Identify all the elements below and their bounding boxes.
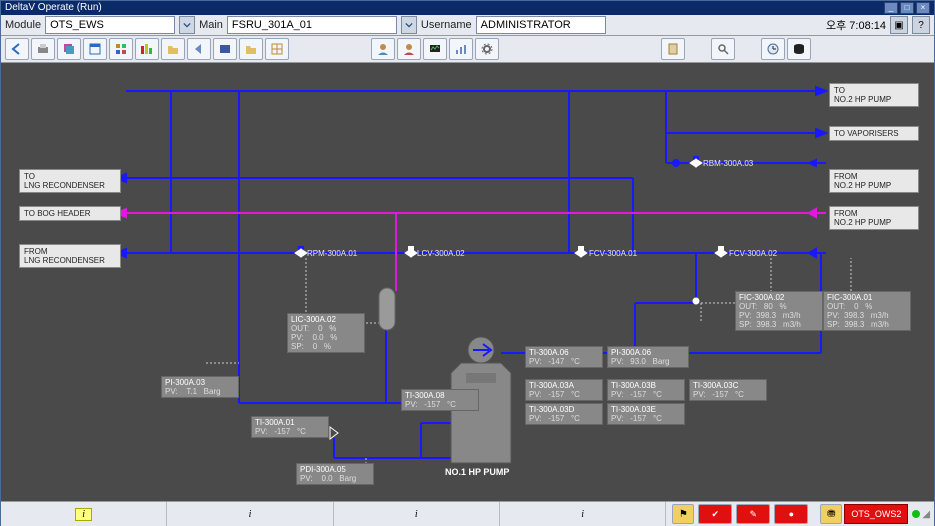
window-title: DeltaV Operate (Run) xyxy=(5,1,102,15)
label-to-vaporisers: TO VAPORISERS xyxy=(829,126,919,141)
tag-ti300a08[interactable]: TI-300A.08 PV: -157 °C xyxy=(401,389,479,411)
minimize-button[interactable]: _ xyxy=(884,2,898,14)
toolbar-icon[interactable]: ▣ xyxy=(890,16,908,34)
ftr-station[interactable]: OTS_OWS2 xyxy=(844,504,908,524)
tb-back-icon[interactable] xyxy=(5,38,29,60)
tb-grid-icon[interactable] xyxy=(109,38,133,60)
tb-clock-icon[interactable] xyxy=(761,38,785,60)
username-field: ADMINISTRATOR xyxy=(476,16,606,34)
titlebar: DeltaV Operate (Run) _ □ × xyxy=(1,1,934,15)
tag-lic300a02[interactable]: LIC-300A.02 OUT: 0 % PV: 0.0 % SP: 0 % xyxy=(287,313,365,353)
piping-diagram xyxy=(1,63,934,501)
info-badge-4[interactable]: i xyxy=(581,509,584,520)
ftr-disk-icon[interactable]: ⛃ xyxy=(820,504,842,524)
maximize-button[interactable]: □ xyxy=(900,2,914,14)
tag-pi300a06[interactable]: PI-300A.06 PV: 93.0 Barg xyxy=(607,346,689,368)
info-badge-3[interactable]: i xyxy=(415,509,418,520)
ftr-alarm-red1[interactable]: ✔ xyxy=(698,504,732,524)
tb-folder-icon[interactable] xyxy=(161,38,185,60)
valve-fcv300a01: FCV-300A.01 xyxy=(589,249,637,258)
tag-ti300a03b[interactable]: TI-300A.03B PV: -157 °C xyxy=(607,379,685,401)
ftr-alarm-red3[interactable]: ● xyxy=(774,504,808,524)
tb-disk-icon[interactable] xyxy=(787,38,811,60)
tag-pi300a03[interactable]: PI-300A.03 PV: T.1 Barg xyxy=(161,376,239,398)
tb-left-icon[interactable] xyxy=(187,38,211,60)
valve-rpm300a01: RPM-300A.01 xyxy=(307,249,357,258)
tb-folder2-icon[interactable] xyxy=(239,38,263,60)
tag-ti300a01[interactable]: TI-300A.01 PV: -157 °C xyxy=(251,416,329,438)
main-dropdown[interactable] xyxy=(401,16,417,34)
tag-fic300a02[interactable]: FIC-300A.02 OUT: 80 % PV: 398.3 m3/h SP:… xyxy=(735,291,823,331)
tag-ti300a06[interactable]: TI-300A.06 PV: -147 °C xyxy=(525,346,603,368)
module-dropdown[interactable] xyxy=(179,16,195,34)
tb-window-icon[interactable] xyxy=(83,38,107,60)
tb-layers-icon[interactable] xyxy=(57,38,81,60)
header-bar: Module OTS_EWS Main FSRU_301A_01 Usernam… xyxy=(1,15,934,36)
tb-user2-icon[interactable] xyxy=(397,38,421,60)
help-icon[interactable]: ? xyxy=(912,16,930,34)
clock: 오후 7:08:14 xyxy=(826,17,886,33)
tb-table-icon[interactable] xyxy=(265,38,289,60)
equipment-label: NO.1 HP PUMP xyxy=(445,467,509,477)
module-label: Module xyxy=(5,19,41,31)
tb-rainbow-icon[interactable] xyxy=(135,38,159,60)
module-field[interactable]: OTS_EWS xyxy=(45,16,175,34)
ftr-alarm-icon[interactable]: ⚑ xyxy=(672,504,694,524)
username-label: Username xyxy=(421,19,472,31)
toolbar xyxy=(1,36,934,63)
process-canvas: TOLNG RECONDENSER TO BOG HEADER FROMLNG … xyxy=(1,63,934,501)
tb-screen-icon[interactable] xyxy=(213,38,237,60)
tag-ti300a03e[interactable]: TI-300A.03E PV: -157 °C xyxy=(607,403,685,425)
valve-fcv300a02: FCV-300A.02 xyxy=(729,249,777,258)
tb-monitor-icon[interactable] xyxy=(423,38,447,60)
tb-book-icon[interactable] xyxy=(661,38,685,60)
tag-ti300a03c[interactable]: TI-300A.03C PV: -157 °C xyxy=(689,379,767,401)
tag-ti300a03a[interactable]: TI-300A.03A PV: -157 °C xyxy=(525,379,603,401)
label-from-hp2-a: FROMNO.2 HP PUMP xyxy=(829,169,919,193)
tb-search-icon[interactable] xyxy=(711,38,735,60)
tag-pdi300a05[interactable]: PDI-300A.05 PV: 0.0 Barg xyxy=(296,463,374,485)
close-button[interactable]: × xyxy=(916,2,930,14)
tag-ti300a03d[interactable]: TI-300A.03D PV: -157 °C xyxy=(525,403,603,425)
ftr-alarm-red2[interactable]: ✎ xyxy=(736,504,770,524)
status-led-icon xyxy=(912,510,920,518)
label-to-hp2: TONO.2 HP PUMP xyxy=(829,83,919,107)
info-badge-2[interactable]: i xyxy=(249,509,252,520)
tb-gear-icon[interactable] xyxy=(475,38,499,60)
tb-user1-icon[interactable] xyxy=(371,38,395,60)
footer-bar: i i i i ⚑ ✔ ✎ ● ⛃ OTS_OWS2 ◢ xyxy=(1,501,934,526)
resize-grip-icon[interactable]: ◢ xyxy=(922,509,930,520)
tb-print-icon[interactable] xyxy=(31,38,55,60)
label-to-recondenser: TOLNG RECONDENSER xyxy=(19,169,121,193)
info-badge-1[interactable]: i xyxy=(75,508,92,521)
main-field[interactable]: FSRU_301A_01 xyxy=(227,16,397,34)
label-to-bog: TO BOG HEADER xyxy=(19,206,121,221)
valve-rbm300a03: RBM-300A.03 xyxy=(703,159,753,168)
valve-lcv300a02: LCV-300A.02 xyxy=(417,249,465,258)
label-from-recondenser: FROMLNG RECONDENSER xyxy=(19,244,121,268)
tb-chart-icon[interactable] xyxy=(449,38,473,60)
separator-vessel xyxy=(379,288,395,330)
tag-fic300a01[interactable]: FIC-300A.01 OUT: 0 % PV: 398.3 m3/h SP: … xyxy=(823,291,911,331)
main-label: Main xyxy=(199,19,223,31)
label-from-hp2-b: FROMNO.2 HP PUMP xyxy=(829,206,919,230)
